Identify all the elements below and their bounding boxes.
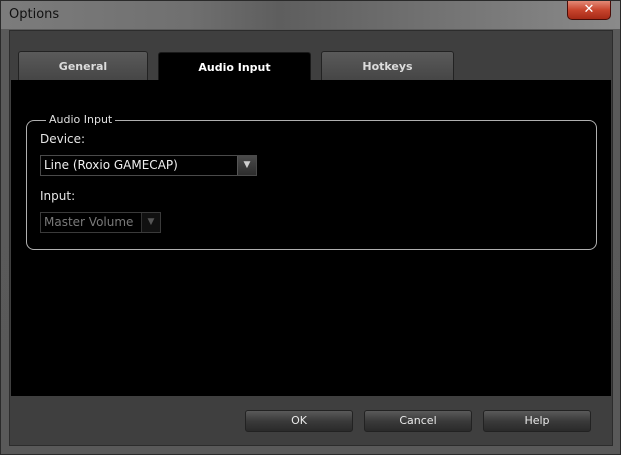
device-dropdown[interactable]: Line (Roxio GAMECAP) ▼	[40, 155, 257, 176]
cancel-button[interactable]: Cancel	[364, 410, 472, 432]
close-button[interactable]: ✕	[567, 1, 611, 20]
audio-input-group-label: Audio Input	[46, 113, 116, 126]
help-button[interactable]: Help	[483, 410, 591, 432]
dialog-client-area: General Audio Input Hotkeys Audio Input …	[9, 30, 613, 446]
close-icon: ✕	[583, 2, 595, 17]
input-label: Input:	[40, 189, 76, 203]
device-dropdown-value: Line (Roxio GAMECAP)	[44, 158, 178, 172]
window-title: Options	[9, 7, 60, 22]
tab-general[interactable]: General	[18, 51, 148, 81]
device-label: Device:	[40, 132, 86, 146]
title-bar[interactable]: Options ✕	[1, 1, 620, 29]
chevron-down-icon[interactable]: ▼	[141, 213, 160, 232]
tab-hotkeys[interactable]: Hotkeys	[321, 51, 454, 81]
input-dropdown-value: Master Volume	[44, 215, 134, 229]
input-dropdown[interactable]: Master Volume ▼	[40, 212, 161, 233]
tab-panel-audio-input: Audio Input Device: Line (Roxio GAMECAP)…	[11, 80, 611, 396]
chevron-down-icon[interactable]: ▼	[237, 156, 256, 175]
audio-input-group: Audio Input Device: Line (Roxio GAMECAP)…	[26, 113, 597, 250]
ok-button[interactable]: OK	[245, 410, 353, 432]
tab-audio-input[interactable]: Audio Input	[158, 52, 311, 81]
options-dialog: Options ✕ General Audio Input Hotkeys Au…	[0, 0, 621, 455]
